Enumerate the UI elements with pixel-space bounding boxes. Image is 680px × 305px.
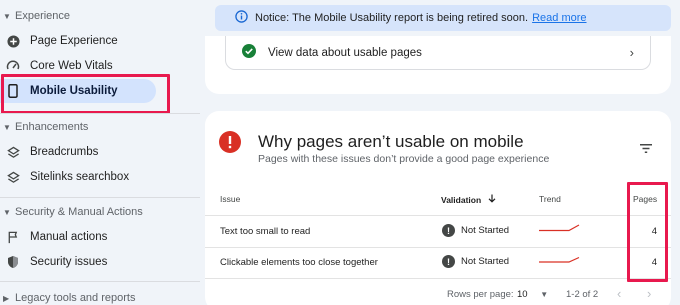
issues-subtitle: Pages with these issues don’t provide a … — [258, 153, 550, 165]
exclamation-icon: ! — [442, 255, 455, 268]
section-header-experience[interactable]: ▼ Experience — [0, 6, 70, 26]
divider — [0, 197, 200, 198]
column-header-label: Validation — [441, 195, 482, 205]
column-header-trend: Trend — [539, 194, 561, 204]
row-divider — [205, 247, 671, 248]
notice-banner: Notice: The Mobile Usability report is b… — [215, 5, 671, 31]
trend-sparkline — [539, 224, 580, 232]
shield-icon — [6, 255, 20, 269]
flag-icon — [6, 230, 20, 244]
sidebar-item-security-issues[interactable]: Security issues — [0, 250, 156, 274]
caret-down-icon: ▼ — [3, 122, 11, 132]
rows-per-page-label: Rows per page: — [447, 289, 514, 300]
rows-per-page-value: 10 — [517, 289, 528, 300]
issue-name: Text too small to read — [220, 226, 311, 237]
section-title: Legacy tools and reports — [15, 292, 136, 304]
caret-down-icon: ▼ — [3, 11, 11, 21]
row-divider — [205, 215, 671, 216]
sidebar-item-page-experience[interactable]: Page Experience — [0, 29, 156, 53]
column-header-pages[interactable]: Pages — [633, 194, 657, 204]
sidebar-item-label: Manual actions — [30, 231, 108, 243]
section-title: Enhancements — [15, 121, 89, 133]
layers-icon — [6, 145, 20, 159]
validation-label: Not Started — [461, 225, 510, 236]
validation-label: Not Started — [461, 256, 510, 267]
column-header-issue[interactable]: Issue — [220, 194, 240, 204]
sidebar-item-manual-actions[interactable]: Manual actions — [0, 225, 156, 249]
prev-page-button[interactable]: ‹ — [617, 286, 621, 301]
section-header-legacy[interactable]: ▶ Legacy tools and reports — [0, 288, 135, 305]
sidebar-item-label: Breadcrumbs — [30, 146, 99, 158]
error-icon — [219, 131, 241, 158]
pages-count: 4 — [651, 226, 657, 237]
issues-title: Why pages aren’t usable on mobile — [258, 132, 524, 151]
issues-card: Why pages aren’t usable on mobile Pages … — [205, 111, 671, 305]
phone-icon — [6, 84, 20, 98]
caret-right-icon: ▶ — [3, 293, 10, 303]
issue-name: Clickable elements too close together — [220, 257, 378, 268]
section-header-security[interactable]: ▼ Security & Manual Actions — [0, 202, 143, 222]
sidebar-item-breadcrumbs[interactable]: Breadcrumbs — [0, 140, 156, 164]
sidebar: ▼ Experience Page Experience Core Web Vi… — [0, 0, 200, 305]
sidebar-item-label: Mobile Usability — [30, 85, 118, 97]
divider — [0, 281, 200, 282]
chevron-right-icon: › — [629, 45, 634, 60]
rows-per-page-select[interactable]: 10 ▼ — [517, 289, 548, 300]
pages-count: 4 — [651, 257, 657, 268]
pagination-range: 1-2 of 2 — [566, 289, 599, 300]
notice-text: Notice: The Mobile Usability report is b… — [255, 12, 529, 24]
sidebar-item-label: Security issues — [30, 256, 108, 268]
next-page-button[interactable]: › — [647, 286, 651, 301]
view-usable-pages-link[interactable]: View data about usable pages › — [225, 36, 651, 70]
sidebar-item-mobile-usability[interactable]: Mobile Usability — [0, 79, 156, 103]
validation-status: ! Not Started — [442, 224, 509, 237]
row-divider — [205, 278, 671, 279]
read-more-link[interactable]: Read more — [532, 12, 586, 24]
dropdown-arrow-icon: ▼ — [540, 290, 549, 299]
section-title: Experience — [15, 10, 71, 22]
sidebar-item-core-web-vitals[interactable]: Core Web Vitals — [0, 54, 156, 78]
plus-circle-icon — [6, 34, 20, 48]
divider — [0, 113, 200, 114]
sidebar-item-sitelinks-searchbox[interactable]: Sitelinks searchbox — [0, 165, 156, 189]
gauge-icon — [6, 59, 20, 73]
layers-icon — [6, 170, 20, 184]
arrow-down-icon — [488, 194, 496, 205]
sidebar-item-label: Sitelinks searchbox — [30, 171, 130, 183]
column-header-validation[interactable]: Validation — [441, 194, 496, 205]
exclamation-icon: ! — [442, 224, 455, 237]
check-circle-icon — [242, 44, 256, 61]
sidebar-item-label: Page Experience — [30, 35, 118, 47]
sidebar-item-label: Core Web Vitals — [30, 60, 113, 72]
trend-sparkline — [539, 256, 580, 263]
section-title: Security & Manual Actions — [15, 206, 143, 218]
usable-link-label: View data about usable pages — [268, 46, 422, 59]
section-header-enhancements[interactable]: ▼ Enhancements — [0, 117, 88, 137]
caret-down-icon: ▼ — [3, 207, 11, 217]
usable-pages-card: View data about usable pages › — [205, 36, 671, 94]
info-icon — [235, 10, 248, 26]
validation-status: ! Not Started — [442, 255, 509, 268]
filter-icon[interactable] — [640, 140, 652, 158]
